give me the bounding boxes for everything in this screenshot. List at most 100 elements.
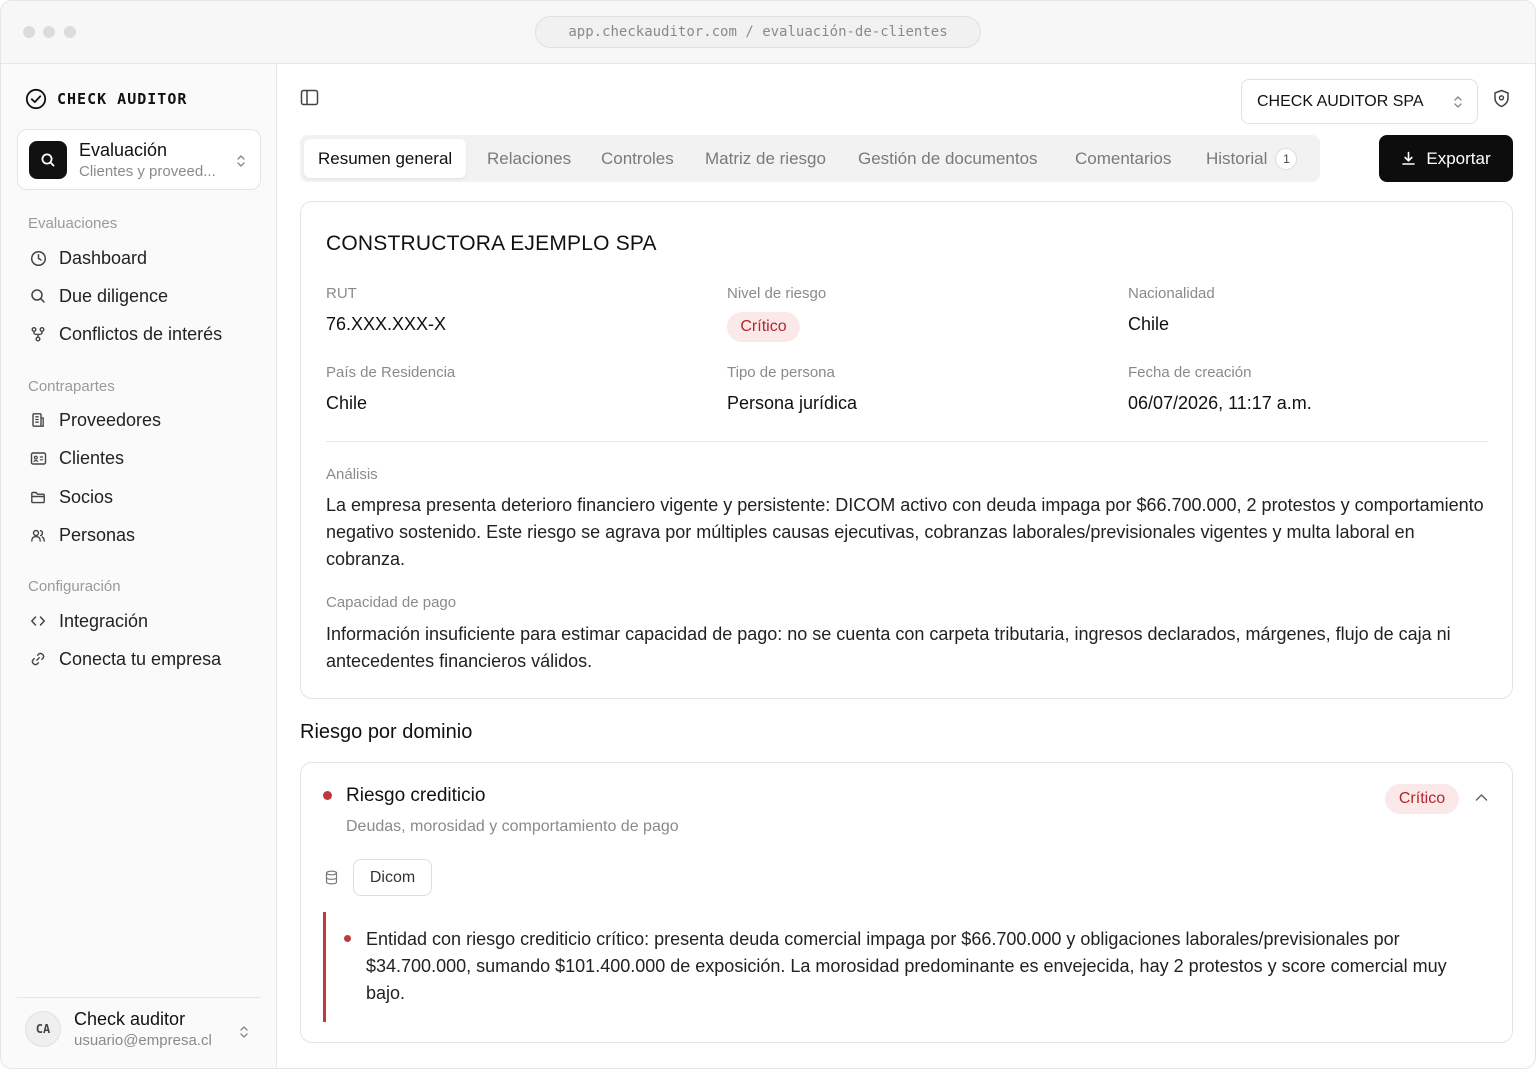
tab-gestion-documentos[interactable]: Gestión de documentos	[844, 139, 1052, 178]
chevrons-up-down-icon	[1454, 96, 1462, 108]
domain-level-badge: Crítico	[1385, 784, 1459, 814]
created-date-label: Fecha de creación	[1128, 364, 1252, 381]
sidebar-item-label: Conecta tu empresa	[59, 648, 222, 669]
switcher-badge	[29, 141, 67, 179]
git-fork-icon	[31, 327, 45, 342]
company-select[interactable]: CHECK AUDITOR SPA	[1241, 79, 1478, 124]
id-card-icon	[30, 451, 46, 465]
nationality-value: Chile	[1128, 314, 1170, 334]
tab-label: Comentarios	[1075, 148, 1172, 168]
sidebar-item-label: Socios	[59, 486, 114, 507]
sidebar-item-label: Personas	[59, 524, 136, 545]
company-name: CONSTRUCTORA EJEMPLO SPA	[326, 232, 657, 255]
analysis-text: La empresa presenta deterioro financiero…	[326, 495, 1484, 569]
sidebar-item-label: Dashboard	[59, 247, 148, 268]
sidebar-item-due-diligence[interactable]: Due diligence	[17, 279, 261, 313]
tab-label: Gestión de documentos	[858, 148, 1038, 168]
code-icon	[31, 616, 45, 626]
finding-bullet	[344, 935, 351, 942]
section-label-contrapartes: Contrapartes	[28, 378, 115, 395]
tab-label: Historial	[1206, 148, 1268, 168]
domain-risk-card: Riesgo crediticio Deudas, morosidad y co…	[300, 762, 1513, 1043]
window-minimize-dot[interactable]	[43, 26, 55, 38]
tab-label: Relaciones	[487, 148, 572, 168]
browser-titlebar: app.checkauditor.com / evaluación-de-cli…	[1, 1, 1535, 64]
tab-comentarios[interactable]: Comentarios	[1061, 139, 1185, 178]
sidebar-item-dashboard[interactable]: Dashboard	[17, 241, 261, 275]
chevrons-up-down-icon	[240, 1026, 248, 1038]
check-circle-icon	[25, 88, 47, 110]
person-type-value: Persona jurídica	[727, 393, 858, 413]
payment-capacity-label: Capacidad de pago	[326, 594, 457, 611]
source-chip-dicom[interactable]: Dicom	[353, 859, 432, 896]
tab-matriz-de-riesgo[interactable]: Matriz de riesgo	[691, 139, 840, 178]
risk-dot	[323, 791, 332, 800]
rut-value: 76.XXX.XXX-X	[326, 314, 447, 334]
risk-level-badge: Crítico	[727, 312, 800, 342]
switcher-title: Evaluación	[79, 140, 168, 160]
nationality-label: Nacionalidad	[1128, 285, 1215, 302]
address-bar[interactable]: app.checkauditor.com / evaluación-de-cli…	[535, 16, 981, 48]
evaluation-switcher[interactable]: Evaluación Clientes y proveed...	[17, 129, 261, 190]
sidebar-item-label: Clientes	[59, 447, 125, 468]
divider	[326, 441, 1488, 442]
tab-relaciones[interactable]: Relaciones	[473, 139, 585, 178]
main-content: CHECK AUDITOR SPA Resumen general Relaci…	[278, 64, 1535, 1068]
tab-bar: Resumen general Relaciones Controles Mat…	[300, 135, 1320, 182]
sidebar-item-label: Proveedores	[59, 409, 162, 430]
window-maximize-dot[interactable]	[64, 26, 76, 38]
window-close-dot[interactable]	[23, 26, 35, 38]
export-label: Exportar	[1426, 148, 1491, 168]
sidebar-item-conflictos[interactable]: Conflictos de interés	[17, 317, 261, 351]
link-icon	[31, 652, 45, 666]
sidebar-toggle-icon[interactable]	[300, 89, 319, 106]
sidebar-item-label: Conflictos de interés	[59, 323, 223, 344]
domain-risk-heading: Riesgo por dominio	[300, 721, 473, 743]
shield-icon[interactable]	[1493, 89, 1510, 108]
folder-icon	[31, 491, 45, 503]
sidebar-item-conecta[interactable]: Conecta tu empresa	[17, 642, 261, 676]
rut-label: RUT	[326, 285, 357, 302]
download-icon	[1402, 151, 1416, 165]
sidebar-item-integracion[interactable]: Integración	[17, 604, 261, 638]
app-window: app.checkauditor.com / evaluación-de-cli…	[0, 0, 1536, 1069]
clock-icon	[30, 250, 46, 266]
tab-controles[interactable]: Controles	[587, 139, 688, 178]
person-type-label: Tipo de persona	[727, 364, 835, 381]
sidebar: CHECK AUDITOR Evaluación Clientes y prov…	[1, 64, 277, 1068]
tab-resumen-general[interactable]: Resumen general	[304, 139, 467, 178]
search-icon	[31, 289, 45, 303]
brand[interactable]: CHECK AUDITOR	[25, 88, 187, 110]
residence-value: Chile	[326, 393, 368, 413]
building-icon	[32, 413, 44, 427]
user-name: Check auditor	[74, 1009, 186, 1029]
user-menu[interactable]: CA Check auditor usuario@empresa.cl	[17, 997, 261, 1068]
sidebar-item-clientes[interactable]: Clientes	[17, 441, 261, 475]
export-button[interactable]: Exportar	[1379, 135, 1513, 182]
created-date-value: 06/07/2026, 11:17 a.m.	[1128, 393, 1312, 413]
tab-label: Resumen general	[318, 148, 453, 168]
summary-card: CONSTRUCTORA EJEMPLO SPA RUT 76.XXX.XXX-…	[300, 201, 1513, 699]
risk-level-label: Nivel de riesgo	[727, 285, 827, 302]
database-icon	[325, 870, 338, 885]
avatar: CA	[25, 1011, 61, 1047]
sidebar-item-socios[interactable]: Socios	[17, 480, 261, 514]
sidebar-item-personas[interactable]: Personas	[17, 518, 261, 552]
section-label-configuracion: Configuración	[28, 578, 121, 595]
tab-label: Controles	[601, 148, 674, 168]
sidebar-item-label: Integración	[59, 610, 149, 631]
section-label-evaluaciones: Evaluaciones	[28, 215, 118, 232]
company-select-value: CHECK AUDITOR SPA	[1257, 92, 1424, 110]
domain-name: Riesgo crediticio	[346, 785, 486, 806]
finding-text: Entidad con riesgo crediticio crítico: p…	[366, 929, 1447, 1003]
search-icon	[41, 153, 55, 167]
tab-label: Matriz de riesgo	[705, 148, 826, 168]
domain-description: Deudas, morosidad y comportamiento de pa…	[346, 818, 679, 835]
sidebar-item-label: Due diligence	[59, 285, 169, 306]
tab-historial[interactable]: Historial 1	[1192, 139, 1311, 178]
analysis-label: Análisis	[326, 466, 378, 483]
switcher-subtitle: Clientes y proveed...	[79, 163, 216, 180]
residence-label: País de Residencia	[326, 364, 456, 381]
chevron-up-icon[interactable]	[1475, 793, 1488, 802]
sidebar-item-proveedores[interactable]: Proveedores	[17, 403, 261, 437]
